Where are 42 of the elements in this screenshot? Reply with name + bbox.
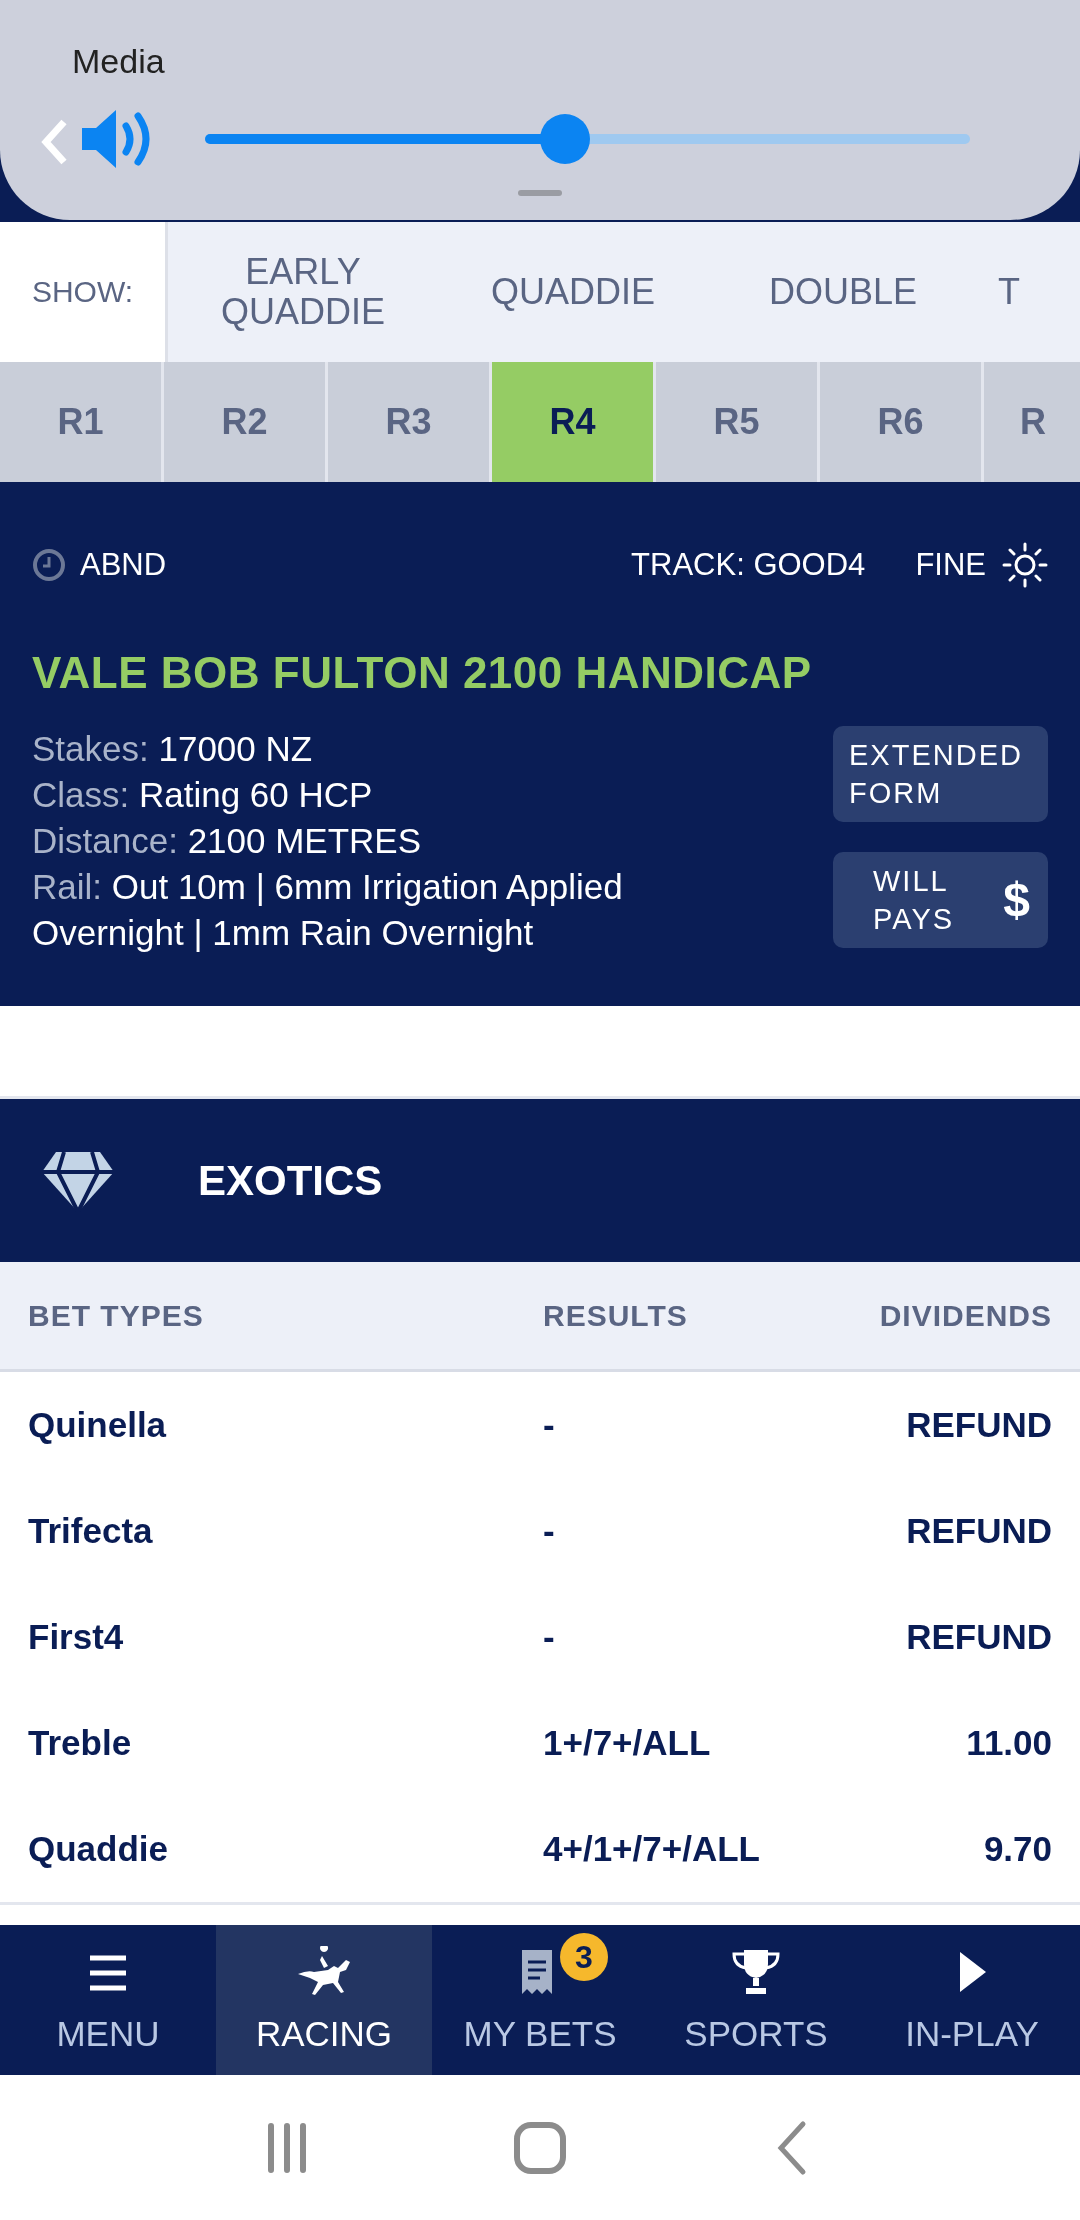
table-cell-text: First4 — [28, 1617, 125, 1657]
clock-icon — [32, 548, 66, 582]
column-header: RESULTS — [543, 1298, 689, 1333]
table-cell-text: 4+/1+/7+/ALL — [543, 1829, 761, 1869]
race-name: VALE BOB FULTON 2100 HANDICAP — [32, 648, 813, 698]
drag-handle[interactable] — [518, 190, 562, 196]
slider-thumb[interactable] — [539, 114, 590, 164]
will-pays-button[interactable]: WILL PAYS $ — [833, 852, 1048, 948]
weather: FINE — [915, 547, 986, 583]
column-header: BET TYPES — [28, 1298, 205, 1333]
filter-option[interactable]: DOUBLE — [708, 222, 978, 362]
section-title: EXOTICS — [198, 1156, 383, 1205]
volume-panel-title: Media — [72, 42, 165, 81]
table-cell: REFUND — [906, 1511, 1052, 1551]
show-label: SHOW: — [0, 222, 168, 362]
filter-option[interactable]: T — [978, 222, 1080, 362]
race-tab[interactable]: R4 — [492, 362, 656, 482]
table-cell: 11.00 — [966, 1723, 1052, 1763]
table-cell: REFUND — [906, 1617, 1052, 1657]
sun-icon — [1002, 542, 1048, 588]
filter-option[interactable]: EARLY QUADDIE — [168, 222, 438, 362]
race-detail: Rail: Out 10m | 6mm Irrigation Applied Overnight | 1mm Rain Overnight — [32, 866, 624, 954]
table-cell-text: Treble — [28, 1723, 133, 1763]
extended-form-button[interactable]: EXTENDED FORM — [833, 726, 1048, 822]
table-cell-text: Quaddie — [28, 1829, 170, 1869]
table-cell-text: - — [543, 1511, 556, 1551]
race-detail: Stakes: 17000 NZ — [32, 728, 314, 770]
table-cell-text: - — [543, 1617, 556, 1657]
table-cell-text: Quinella — [28, 1405, 168, 1445]
track-condition: TRACK: GOOD4 — [631, 547, 866, 583]
table-cell: 9.70 — [983, 1829, 1052, 1869]
table-cell: REFUND — [906, 1405, 1052, 1445]
column-header: DIVIDENDS — [879, 1298, 1052, 1333]
filter-option[interactable]: QUADDIE — [438, 222, 708, 362]
race-detail: Distance: 2100 METRES — [32, 820, 423, 862]
diamond-icon — [42, 1149, 114, 1212]
nav-tab[interactable]: RACING — [216, 1925, 432, 2075]
race-detail: Class: Rating 60 HCP — [32, 774, 374, 816]
table-cell-text: - — [543, 1405, 556, 1445]
table-cell-text: Trifecta — [28, 1511, 154, 1551]
race-status: ABND — [80, 547, 167, 583]
table-cell-text: 1+/7+/ALL — [543, 1723, 712, 1763]
